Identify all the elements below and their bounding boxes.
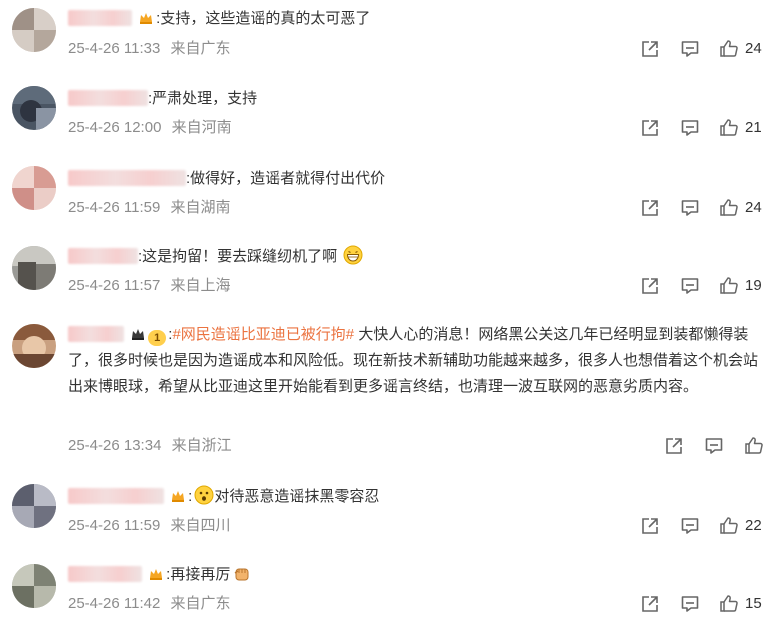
username-redacted[interactable]: [68, 90, 148, 106]
comment-actions: 22: [640, 516, 770, 536]
comment-item: :做得好，造谣者就得付出代价 25-4-26 11:59 来自湖南 24: [0, 160, 780, 238]
comment-text: 对待恶意造谣抹黑零容忍: [214, 488, 380, 505]
comment-location: 来自湖南: [170, 199, 231, 216]
username-redacted[interactable]: [68, 248, 138, 264]
emoji-wow-icon: [194, 485, 214, 505]
like-count: 21: [745, 119, 762, 136]
comment-location: 来自河南: [171, 119, 232, 136]
comment-body: 1:#网民造谣比亚迪已被行拘# 大快人心的消息！网络黑公关这几年已经明显到装都懒…: [68, 326, 759, 395]
comment-icon[interactable]: [680, 39, 700, 59]
comment-date: 25-4-26 11:59: [68, 517, 161, 534]
comment-location: 来自广东: [170, 40, 231, 57]
comment-date: 25-4-26 11:33: [68, 40, 161, 57]
like-count: 15: [745, 595, 762, 612]
comment-text: :支持，这些造谣的真的太可恶了: [156, 10, 371, 27]
share-icon[interactable]: [640, 39, 660, 59]
avatar[interactable]: [12, 324, 56, 368]
avatar[interactable]: [12, 564, 56, 608]
comment-item: 1:#网民造谣比亚迪已被行拘# 大快人心的消息！网络黑公关这几年已经明显到装都懒…: [0, 316, 780, 476]
comment-actions: 24: [640, 39, 770, 59]
username-redacted[interactable]: [68, 488, 164, 504]
comment-text: :这是拘留！要去踩缝纫机了啊: [138, 248, 338, 265]
comment-item: :支持，这些造谣的真的太可恶了 25-4-26 11:33 来自广东 24: [0, 0, 780, 80]
comment-text: :做得好，造谣者就得付出代价: [186, 170, 386, 187]
comment-actions: 15: [640, 594, 770, 614]
comment-text: :严肃处理，支持: [148, 90, 258, 107]
comment-icon[interactable]: [680, 516, 700, 536]
avatar[interactable]: [12, 484, 56, 528]
username-redacted[interactable]: [68, 170, 186, 186]
share-icon[interactable]: [640, 198, 660, 218]
comment-actions: 21: [640, 118, 770, 138]
like-icon[interactable]: [719, 39, 739, 59]
crown-badge-icon: [150, 569, 163, 580]
comment-icon[interactable]: [680, 198, 700, 218]
share-icon[interactable]: [640, 276, 660, 296]
comment-icon[interactable]: [704, 436, 724, 456]
comment-item: : 对待恶意造谣抹黑零容忍 25-4-26 11:59 来自四川 22: [0, 476, 780, 554]
avatar[interactable]: [12, 8, 56, 52]
comment-actions: [664, 436, 774, 456]
like-count: 24: [745, 199, 762, 216]
like-count: 24: [745, 40, 762, 57]
username-redacted[interactable]: [68, 566, 142, 582]
crown-badge-icon: [172, 491, 185, 502]
like-count: 19: [745, 277, 762, 294]
comment-icon[interactable]: [680, 594, 700, 614]
comment-item: :这是拘留！要去踩缝纫机了啊 25-4-26 11:57 来自上海 19: [0, 238, 780, 316]
comment-date: 25-4-26 11:59: [68, 199, 161, 216]
comment-text: :再接再厉: [166, 566, 231, 583]
crown-badge-icon: [132, 329, 145, 340]
username-redacted[interactable]: [68, 326, 124, 342]
topic-link[interactable]: #网民造谣比亚迪已被行拘#: [172, 326, 354, 343]
like-icon[interactable]: [719, 118, 739, 138]
avatar[interactable]: [12, 86, 56, 130]
like-icon[interactable]: [719, 516, 739, 536]
comment-date: 25-4-26 12:00: [68, 119, 162, 136]
comment-icon[interactable]: [680, 118, 700, 138]
comment-location: 来自浙江: [171, 437, 232, 454]
comment-icon[interactable]: [680, 276, 700, 296]
comment-date: 25-4-26 13:34: [68, 437, 162, 454]
like-icon[interactable]: [719, 276, 739, 296]
comment-actions: 24: [640, 198, 770, 218]
comment-location: 来自上海: [170, 277, 231, 294]
share-icon[interactable]: [664, 436, 684, 456]
username-redacted[interactable]: [68, 10, 132, 26]
comment-location: 来自四川: [170, 517, 231, 534]
avatar[interactable]: [12, 246, 56, 290]
level-badge: 1: [148, 330, 167, 346]
like-icon[interactable]: [719, 594, 739, 614]
share-icon[interactable]: [640, 516, 660, 536]
emoji-fist-icon: [234, 568, 249, 581]
like-count: 22: [745, 517, 762, 534]
comment-item: :再接再厉 25-4-26 11:42 来自广东 15: [0, 554, 780, 631]
comment-item: :严肃处理，支持 25-4-26 12:00 来自河南 21: [0, 80, 780, 160]
comment-location: 来自广东: [170, 595, 231, 612]
comment-date: 25-4-26 11:57: [68, 277, 161, 294]
avatar[interactable]: [12, 166, 56, 210]
share-icon[interactable]: [640, 118, 660, 138]
like-icon[interactable]: [719, 198, 739, 218]
share-icon[interactable]: [640, 594, 660, 614]
crown-badge-icon: [140, 13, 153, 24]
emoji-grin-icon: [343, 245, 363, 265]
comment-date: 25-4-26 11:42: [68, 595, 161, 612]
comment-actions: 19: [640, 276, 770, 296]
like-icon[interactable]: [744, 436, 764, 456]
